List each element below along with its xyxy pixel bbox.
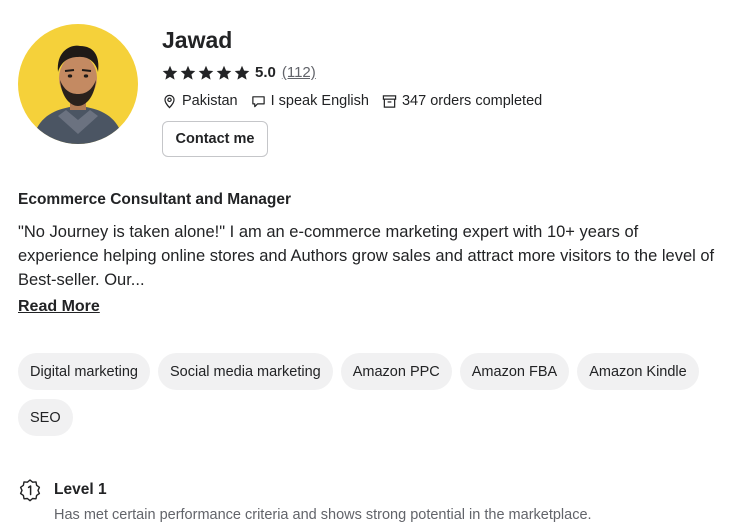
star-icon (234, 65, 250, 80)
location-text: Pakistan (182, 93, 238, 109)
star-icon (180, 65, 196, 80)
star-icon (162, 65, 178, 80)
seller-name: Jawad (162, 27, 233, 53)
languages: I speak English (251, 93, 369, 109)
speech-bubble-icon (251, 95, 265, 107)
skills-list: Digital marketing Social media marketing… (18, 353, 718, 436)
seller-profile: Jawad 5.0 (112) Pakistan I speak English (0, 0, 730, 528)
skill-chip[interactable]: Amazon Kindle (577, 353, 699, 390)
orders: 347 orders completed (382, 93, 542, 109)
seller-headline: Ecommerce Consultant and Manager (18, 191, 292, 208)
archive-box-icon (382, 94, 397, 108)
avatar-photo (18, 24, 138, 144)
skill-chip[interactable]: Social media marketing (158, 353, 333, 390)
skill-chip[interactable]: Digital marketing (18, 353, 150, 390)
avatar[interactable] (18, 24, 138, 144)
review-count-link[interactable]: (112) (282, 64, 316, 81)
level-description: Has met certain performance criteria and… (54, 507, 592, 523)
read-more-link[interactable]: Read More (18, 298, 100, 316)
seller-meta: Pakistan I speak English 347 orders comp… (162, 93, 555, 109)
orders-text: 347 orders completed (401, 93, 543, 109)
skill-chip[interactable]: Amazon PPC (340, 353, 452, 390)
location-pin-icon (164, 94, 175, 108)
rating-row: 5.0 (112) (162, 64, 316, 81)
seller-description: "No Journey is taken alone!" I am an e-c… (18, 223, 715, 289)
level-title: Level 1 (54, 481, 107, 498)
languages-text: I speak English (270, 93, 369, 109)
skill-chip[interactable]: Amazon FBA (459, 353, 570, 390)
seller-level: Level 1 (18, 478, 107, 502)
contact-me-button[interactable]: Contact me (162, 121, 268, 157)
level-badge-icon (19, 479, 41, 502)
star-icon (198, 65, 214, 80)
location: Pakistan (162, 93, 238, 109)
rating-score: 5.0 (255, 64, 276, 81)
skill-chip[interactable]: SEO (18, 399, 73, 436)
star-icon (216, 65, 232, 80)
